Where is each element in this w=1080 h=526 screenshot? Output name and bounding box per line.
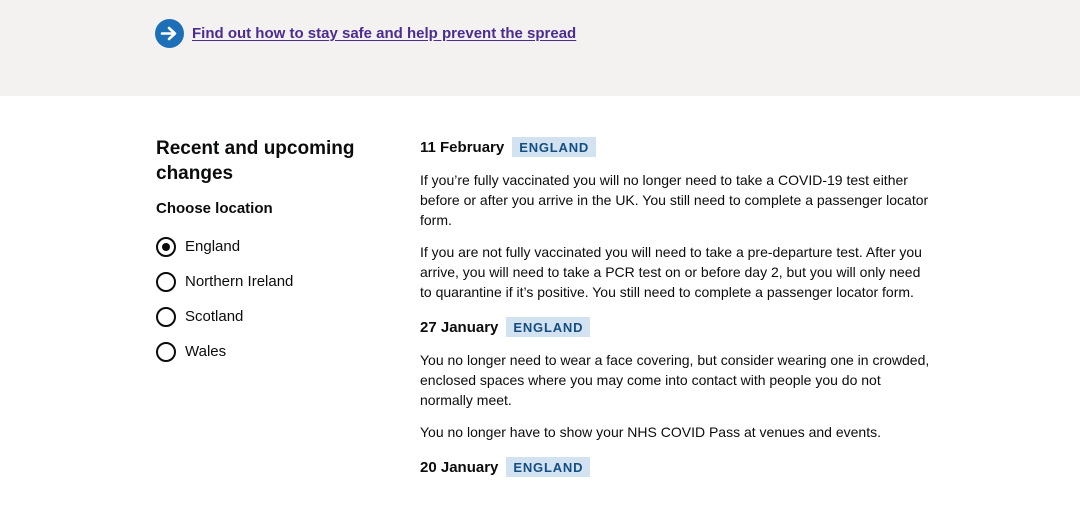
sidebar-title: Recent and upcoming changes [156, 138, 355, 184]
change-entry: 11 February ENGLAND If you’re fully vacc… [420, 136, 940, 302]
entry-heading: 11 February ENGLAND [420, 136, 940, 158]
entry-heading: 27 January ENGLAND [420, 316, 940, 338]
change-entry: 20 January ENGLAND [420, 456, 940, 478]
location-tag: ENGLAND [512, 137, 597, 157]
entry-paragraph: If you’re fully vaccinated you will no l… [420, 172, 929, 228]
change-entry: 27 January ENGLAND You no longer need to… [420, 316, 940, 442]
radio-button[interactable] [156, 306, 176, 327]
radio-northern-ireland[interactable]: Northern Ireland [156, 264, 376, 299]
radio-wales[interactable]: Wales [156, 334, 376, 369]
radio-england[interactable]: England [156, 229, 376, 264]
radio-label[interactable]: Northern Ireland [185, 273, 293, 290]
radio-label[interactable]: Scotland [185, 308, 243, 325]
stay-safe-link-text[interactable]: Find out how to stay safe and help preve… [192, 25, 576, 42]
location-radio-group: England Northern Ireland Scotland Wales [156, 229, 376, 369]
radio-button[interactable] [156, 271, 176, 292]
radio-label[interactable]: Wales [185, 343, 226, 360]
entry-paragraph: You no longer have to show your NHS COVI… [420, 424, 881, 440]
entry-paragraph: You no longer need to wear a face coveri… [420, 352, 930, 408]
stay-safe-link[interactable]: Find out how to stay safe and help preve… [155, 19, 576, 48]
arrow-right-icon [155, 19, 184, 48]
entry-date: 20 January [420, 458, 499, 476]
location-tag: ENGLAND [506, 317, 591, 337]
entry-date: 11 February [420, 138, 505, 156]
top-banner: Find out how to stay safe and help preve… [0, 0, 1080, 96]
radio-button[interactable] [156, 341, 176, 362]
location-sidebar: Recent and upcoming changes Choose locat… [156, 136, 376, 369]
entry-paragraph: If you are not fully vaccinated you will… [420, 244, 922, 300]
radio-scotland[interactable]: Scotland [156, 299, 376, 334]
location-tag: ENGLAND [506, 457, 591, 477]
radio-button[interactable] [156, 236, 176, 257]
radio-label[interactable]: England [185, 238, 240, 255]
changes-list: 11 February ENGLAND If you’re fully vacc… [420, 136, 940, 478]
choose-location-label: Choose location [156, 200, 273, 217]
entry-date: 27 January [420, 318, 499, 336]
entry-heading: 20 January ENGLAND [420, 456, 940, 478]
